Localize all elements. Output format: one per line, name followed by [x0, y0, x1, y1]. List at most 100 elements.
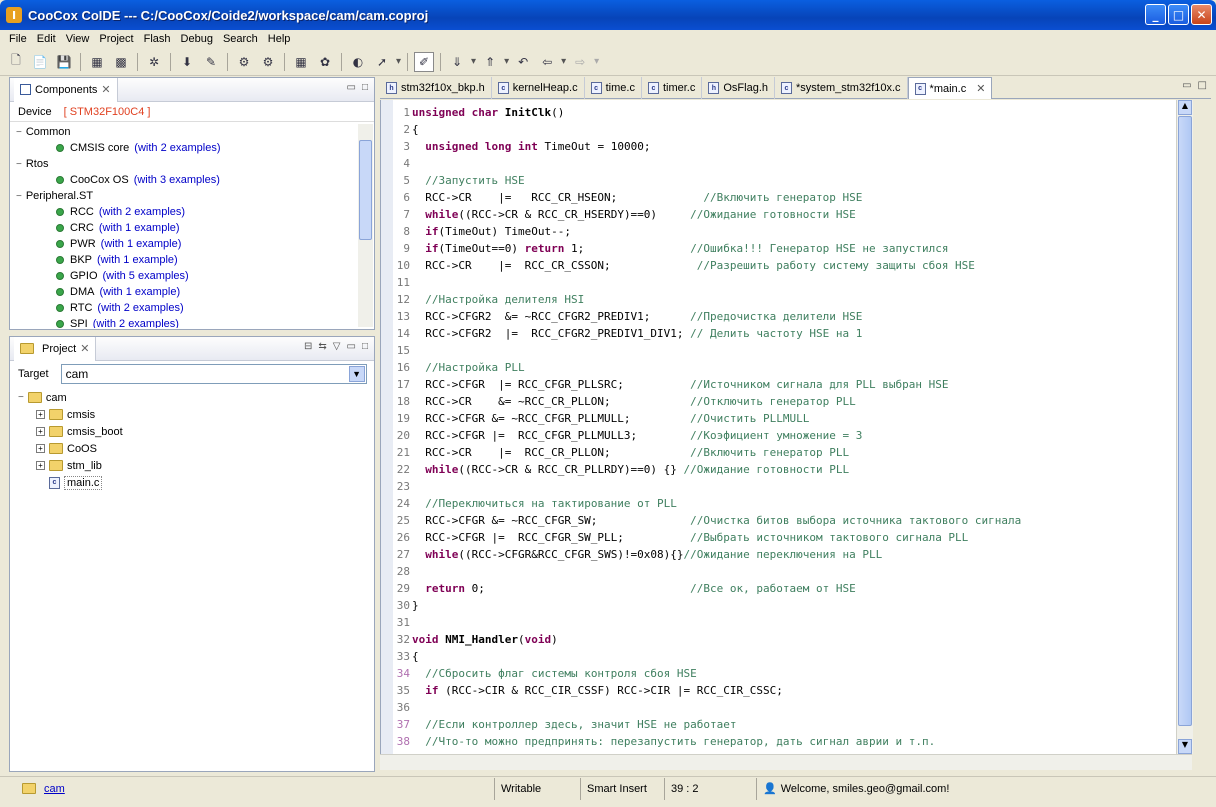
close-icon[interactable]: ✕ — [80, 342, 89, 355]
close-icon[interactable]: ✕ — [101, 83, 110, 96]
examples-link[interactable]: (with 5 examples) — [103, 270, 189, 282]
chevron-down-icon[interactable]: ▾ — [396, 56, 401, 67]
expand-icon[interactable]: + — [36, 461, 45, 470]
component-rcc[interactable]: RCC (with 2 examples) — [16, 204, 374, 220]
menu-file[interactable]: File — [4, 33, 32, 45]
examples-link[interactable]: (with 1 example) — [101, 238, 182, 250]
code-line[interactable]: 29 return 0; //Все ок, работаем от HSE — [381, 580, 1192, 597]
components-tab[interactable]: Components ✕ — [14, 77, 118, 102]
code-line[interactable]: 31 — [381, 614, 1192, 631]
code-line[interactable]: 12 //Настройка делителя HSI — [381, 291, 1192, 308]
project-tab[interactable]: Project ✕ — [14, 336, 97, 361]
back-icon[interactable]: ⇦ — [537, 52, 557, 72]
status-project-link[interactable]: cam — [44, 783, 65, 795]
device-value[interactable]: [ STM32F100C4 ] — [64, 106, 151, 118]
code-line[interactable]: 36 — [381, 699, 1192, 716]
code-line[interactable]: 18 RCC->CR &= ~RCC_CR_PLLON; //Отключить… — [381, 393, 1192, 410]
code-line[interactable]: 24 //Переключиться на тактирование от PL… — [381, 495, 1192, 512]
highlight-icon[interactable]: ✐ — [414, 51, 435, 72]
code-line[interactable]: 28 — [381, 563, 1192, 580]
code-line[interactable]: 37 //Если контроллер здесь, значит HSE н… — [381, 716, 1192, 733]
expand-icon[interactable]: + — [36, 427, 45, 436]
maximize-icon[interactable]: □ — [362, 341, 368, 352]
examples-link[interactable]: (with 3 examples) — [134, 174, 220, 186]
run-icon[interactable]: ➚ — [372, 52, 392, 72]
tree-group-common[interactable]: − Common — [16, 124, 374, 140]
tree-folder-coos[interactable]: + CoOS — [18, 440, 374, 457]
component-spi[interactable]: SPI (with 2 examples) — [16, 316, 374, 328]
code-line[interactable]: 33{ — [381, 648, 1192, 665]
examples-link[interactable]: (with 2 examples) — [97, 302, 183, 314]
configure-icon[interactable]: ✲ — [144, 52, 164, 72]
chevron-down-icon[interactable]: ▼ — [348, 366, 365, 382]
new-doc-icon[interactable]: 📄 — [30, 52, 50, 72]
component-dma[interactable]: DMA (with 1 example) — [16, 284, 374, 300]
code-line[interactable]: 19 RCC->CFGR &= ~RCC_CFGR_PLLMULL; //Очи… — [381, 410, 1192, 427]
scroll-down-icon[interactable]: ▼ — [1178, 739, 1192, 754]
code-editor[interactable]: 1 unsigned char InitClk() 2{3 unsigned lon… — [380, 100, 1192, 754]
chevron-down-icon[interactable]: ▾ — [561, 56, 566, 67]
examples-link[interactable]: (with 2 examples) — [99, 206, 185, 218]
tab-timer-c[interactable]: c timer.c — [642, 77, 703, 99]
new-file-icon[interactable]: 🗋 — [6, 52, 26, 72]
code-line[interactable]: 1 unsigned char InitClk() — [381, 104, 1192, 121]
component-rtc[interactable]: RTC (with 2 examples) — [16, 300, 374, 316]
code-line[interactable]: 5 //Запустить HSE — [381, 172, 1192, 189]
code-line[interactable]: 23 — [381, 478, 1192, 495]
code-line[interactable]: 4 — [381, 155, 1192, 172]
menu-help[interactable]: Help — [263, 33, 296, 45]
maximize-button[interactable]: □ — [1168, 4, 1189, 25]
code-line[interactable]: 2{ — [381, 121, 1192, 138]
tree-folder-cmsis-boot[interactable]: + cmsis_boot — [18, 423, 374, 440]
code-line[interactable]: 38 //Что-то можно предпринять: перезапус… — [381, 733, 1192, 750]
code-line[interactable]: 8 if(TimeOut) TimeOut--; — [381, 223, 1192, 240]
scroll-up-icon[interactable]: ▲ — [1178, 100, 1192, 115]
code-line[interactable]: 26 RCC->CFGR |= RCC_CFGR_SW_PLL; //Выбра… — [381, 529, 1192, 546]
minimize-icon[interactable]: ▭ — [347, 82, 356, 93]
code-line[interactable]: 34 //Сбросить флаг системы контроля сбоя… — [381, 665, 1192, 682]
tree-group-rtos[interactable]: − Rtos — [16, 156, 374, 172]
components-scrollbar[interactable] — [358, 124, 373, 327]
code-line[interactable]: 6 RCC->CR |= RCC_CR_HSEON; //Включить ге… — [381, 189, 1192, 206]
examples-link[interactable]: (with 2 examples) — [93, 318, 179, 328]
code-line[interactable]: 10 RCC->CR |= RCC_CR_CSSON; //Разрешить … — [381, 257, 1192, 274]
code-line[interactable]: 27 while((RCC->CFGR&RCC_CFGR_SWS)!=0x08)… — [381, 546, 1192, 563]
code-line[interactable]: 11 — [381, 274, 1192, 291]
tree-folder-cmsis[interactable]: + cmsis — [18, 406, 374, 423]
chevron-down-icon[interactable]: ▾ — [504, 56, 509, 67]
expand-icon[interactable]: + — [36, 410, 45, 419]
tab-stm32f10x-bkp-h[interactable]: h stm32f10x_bkp.h — [380, 77, 492, 99]
maximize-icon[interactable]: □ — [1198, 80, 1207, 91]
code-line[interactable]: 35 if (RCC->CIR & RCC_CIR_CSSF) RCC->CIR… — [381, 682, 1192, 699]
prev-annotation-icon[interactable]: ⇑ — [480, 52, 500, 72]
code-line[interactable]: 3 unsigned long int TimeOut = 10000; — [381, 138, 1192, 155]
code-line[interactable]: 25 RCC->CFGR &= ~RCC_CFGR_SW; //Очистка … — [381, 512, 1192, 529]
tab-osflag-h[interactable]: h OsFlag.h — [702, 77, 775, 99]
view-menu-icon[interactable]: ▽ — [333, 341, 341, 352]
component-bkp[interactable]: BKP (with 1 example) — [16, 252, 374, 268]
minimize-button[interactable]: _ — [1145, 4, 1166, 25]
component-coocox-os[interactable]: CooCox OS (with 3 examples) — [16, 172, 374, 188]
save-icon[interactable]: 💾 — [54, 52, 74, 72]
component-crc[interactable]: CRC (with 1 example) — [16, 220, 374, 236]
scrollbar-thumb[interactable] — [1178, 116, 1192, 726]
components-icon[interactable]: ✿ — [315, 52, 335, 72]
component-gpio[interactable]: GPIO (with 5 examples) — [16, 268, 374, 284]
menu-project[interactable]: Project — [94, 33, 138, 45]
tab-main-c[interactable]: c *main.c ✕ — [907, 77, 993, 99]
gear-icon[interactable]: ⚙ — [234, 52, 254, 72]
code-line[interactable]: 16 //Настройка PLL — [381, 359, 1192, 376]
link-editor-icon[interactable]: ⇆ — [318, 341, 326, 352]
minimize-icon[interactable]: ▭ — [347, 341, 356, 352]
examples-link[interactable]: (with 1 example) — [97, 254, 178, 266]
component-cmsis-core[interactable]: CMSIS core (with 2 examples) — [16, 140, 374, 156]
tab-system-stm32f10x-c[interactable]: c *system_stm32f10x.c — [775, 77, 908, 99]
forward-icon[interactable]: ⇨ — [570, 52, 590, 72]
menu-flash[interactable]: Flash — [139, 33, 176, 45]
rebuild-icon[interactable]: ▩ — [111, 52, 131, 72]
tree-folder-stm-lib[interactable]: + stm_lib — [18, 457, 374, 474]
menu-edit[interactable]: Edit — [32, 33, 61, 45]
close-icon[interactable]: ✕ — [976, 82, 985, 95]
target-select[interactable]: cam ▼ — [60, 364, 367, 384]
settings-icon[interactable]: ⚙ — [258, 52, 278, 72]
